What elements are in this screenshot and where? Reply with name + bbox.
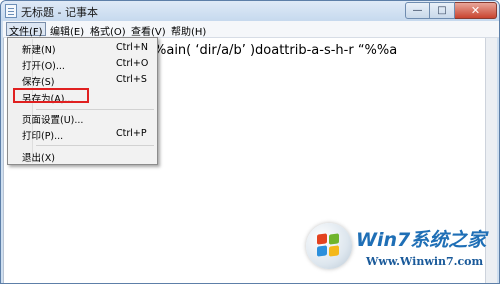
menu-format[interactable]: 格式(O) [90,23,126,38]
logo-blue-pane [317,245,327,257]
win7-watermark: Win7系统之家 Www.Winwin7.com [306,221,496,281]
menu-edit[interactable]: 编辑(E) [50,23,84,38]
logo-red-pane [317,233,327,245]
menu-item-shortcut: Ctrl+O [116,58,149,69]
editor-text: %ain( ‘dir/a/b’ )doattrib-a-s-h-r “%%a [154,43,398,58]
menu-file[interactable]: 文件(F) [6,22,46,38]
windows-logo-icon [306,223,352,269]
menu-item-label: 打开(O)... [22,61,65,72]
menu-item-new[interactable]: 新建(N) Ctrl+N [9,40,156,56]
menu-item-label: 保存(S) [22,77,55,88]
menu-help[interactable]: 帮助(H) [171,23,206,38]
menu-bar: 文件(F) 编辑(E) 格式(O) 查看(V) 帮助(H) [3,21,499,38]
minimize-button[interactable]: — [405,2,430,19]
menu-item-shortcut: Ctrl+P [116,128,147,139]
menu-item-save[interactable]: 保存(S) Ctrl+S [9,72,156,88]
window-controls: — □ ✕ [405,2,497,19]
maximize-button[interactable]: □ [430,2,455,19]
watermark-title: Win7系统之家 [356,229,487,251]
menu-item-shortcut: Ctrl+S [116,74,147,85]
menu-item-open[interactable]: 打开(O)... Ctrl+O [9,56,156,72]
title-bar[interactable]: 无标题 - 记事本 — □ ✕ [1,1,499,21]
notepad-app-icon[interactable] [5,4,17,18]
menu-item-shortcut: Ctrl+N [116,42,148,53]
logo-yellow-pane [329,245,339,257]
menu-view[interactable]: 查看(V) [131,23,166,38]
close-button[interactable]: ✕ [455,2,497,19]
menu-item-exit[interactable]: 退出(X) [9,148,156,164]
window-title: 无标题 - 记事本 [21,6,98,19]
menu-item-page-setup[interactable]: 页面设置(U)... [9,110,156,126]
menu-item-label: 打印(P)... [22,131,64,142]
menu-item-label: 退出(X) [22,153,55,164]
notepad-window: 无标题 - 记事本 — □ ✕ 文件(F) 编辑(E) 格式(O) 查看(V) … [0,0,500,284]
menu-item-print[interactable]: 打印(P)... Ctrl+P [9,126,156,142]
menu-item-label: 新建(N) [22,45,56,56]
logo-green-pane [329,233,339,245]
save-as-highlight-box [13,88,89,103]
watermark-url: Www.Winwin7.com [366,255,484,268]
menu-separator [36,145,154,146]
menu-item-label: 页面设置(U)... [22,115,84,126]
